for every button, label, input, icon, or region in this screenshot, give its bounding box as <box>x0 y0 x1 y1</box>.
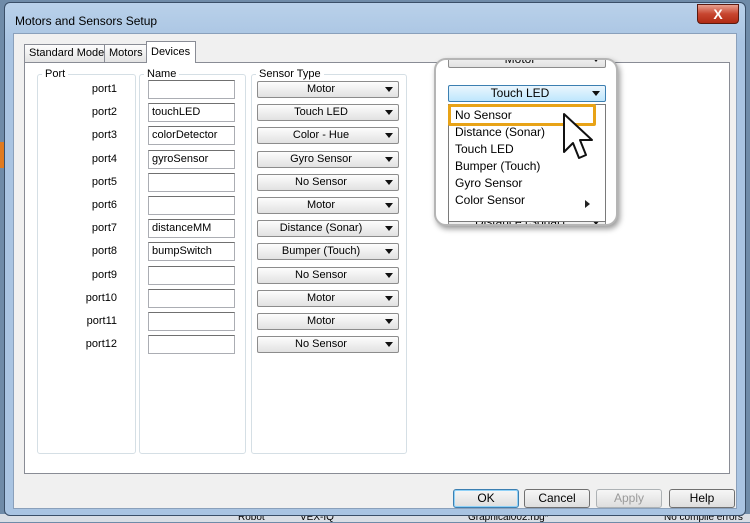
name-group-label: Name <box>144 68 180 80</box>
dropdown-option-color-sensor[interactable]: Color Sensor <box>455 192 525 209</box>
sensor-type-group-label: Sensor Type <box>256 68 324 80</box>
port-group-label: Port <box>42 68 69 80</box>
port-label: port10 <box>85 292 117 304</box>
chevron-down-icon <box>592 60 600 62</box>
sensor-type-select[interactable]: No Sensor <box>257 336 399 353</box>
close-button[interactable]: X <box>697 4 739 24</box>
port-label: port1 <box>91 83 117 95</box>
sensor-type-value: Motor <box>306 315 336 327</box>
port-name-input[interactable]: gyroSensor <box>148 150 235 169</box>
sensor-type-value: No Sensor <box>295 176 347 188</box>
zoom-open-select-value: Touch LED <box>490 86 550 100</box>
tab-motors[interactable]: Motors <box>104 44 147 62</box>
port-name-input[interactable]: touchLED <box>148 103 235 122</box>
dropdown-option-distance-sonar[interactable]: Distance (Sonar) <box>455 124 545 141</box>
chevron-down-icon <box>385 249 393 254</box>
chevron-down-icon <box>592 91 600 96</box>
port-name-input[interactable] <box>148 266 235 285</box>
zoom-select-above-value: Motor <box>504 58 536 66</box>
sensor-type-select[interactable]: Motor <box>257 197 399 214</box>
chevron-down-icon <box>385 180 393 185</box>
title-bar[interactable]: Motors and Sensors Setup X <box>5 3 745 33</box>
sensor-type-value: Motor <box>306 83 336 95</box>
port-name-input[interactable]: colorDetector <box>148 126 235 145</box>
dropdown-option-bumper-touch[interactable]: Bumper (Touch) <box>455 158 540 175</box>
port-name-input[interactable] <box>148 289 235 308</box>
port-label: port4 <box>91 153 117 165</box>
sensor-type-select[interactable]: Touch LED <box>257 104 399 121</box>
port-label: port5 <box>91 176 117 188</box>
sensor-type-value: Motor <box>306 199 336 211</box>
help-button[interactable]: Help <box>669 489 735 508</box>
sensor-type-value: Gyro Sensor <box>290 153 352 165</box>
port-name-input[interactable] <box>148 335 235 354</box>
port-name-input[interactable] <box>148 312 235 331</box>
sensor-type-select[interactable]: Motor <box>257 290 399 307</box>
dialog-window: Motors and Sensors Setup X Standard Mode… <box>4 2 746 516</box>
sensor-type-value: Bumper (Touch) <box>281 245 361 257</box>
port-label: port8 <box>91 245 117 257</box>
chevron-down-icon <box>385 87 393 92</box>
sensor-type-value: No Sensor <box>295 269 347 281</box>
sensor-type-select[interactable]: Bumper (Touch) <box>257 243 399 260</box>
sensor-type-value: Distance (Sonar) <box>279 222 363 234</box>
port-label: port7 <box>91 222 117 234</box>
sensor-type-value: Color - Hue <box>292 129 350 141</box>
dropdown-option-touch-led[interactable]: Touch LED <box>455 141 514 158</box>
port-name-input[interactable] <box>148 173 235 192</box>
sensor-type-select[interactable]: Gyro Sensor <box>257 151 399 168</box>
zoom-open-select[interactable]: Touch LED <box>448 85 606 102</box>
tab-standard-models[interactable]: Standard Models <box>24 44 112 62</box>
chevron-down-icon <box>385 273 393 278</box>
port-label: port6 <box>91 199 117 211</box>
cancel-button[interactable]: Cancel <box>524 489 590 508</box>
port-name-input[interactable] <box>148 80 235 99</box>
apply-button[interactable]: Apply <box>596 489 662 508</box>
sensor-type-select[interactable]: Motor <box>257 313 399 330</box>
sensor-type-value: Motor <box>306 292 336 304</box>
sensor-type-select[interactable]: No Sensor <box>257 267 399 284</box>
chevron-down-icon <box>385 157 393 162</box>
sensor-type-select[interactable]: Motor <box>257 81 399 98</box>
submenu-arrow-icon <box>585 200 590 208</box>
tab-devices[interactable]: Devices <box>146 41 196 63</box>
sensor-type-select[interactable]: No Sensor <box>257 174 399 191</box>
chevron-down-icon <box>385 342 393 347</box>
port-label: port9 <box>91 269 117 281</box>
dialog-title: Motors and Sensors Setup <box>15 14 158 28</box>
chevron-down-icon <box>385 226 393 231</box>
dialog-client: Standard Models Motors Devices Port Name… <box>13 33 737 509</box>
sensor-type-select[interactable]: Color - Hue <box>257 127 399 144</box>
chevron-down-icon <box>385 319 393 324</box>
chevron-down-icon <box>385 110 393 115</box>
port-label: port3 <box>91 129 117 141</box>
ok-button[interactable]: OK <box>453 489 519 508</box>
mouse-pointer-icon <box>563 113 593 159</box>
port-name-input[interactable]: bumpSwitch <box>148 242 235 261</box>
sensor-type-select[interactable]: Distance (Sonar) <box>257 220 399 237</box>
zoom-select-above[interactable]: Motor <box>448 58 606 68</box>
sensor-type-value: Touch LED <box>294 106 348 118</box>
dropdown-option-gyro-sensor[interactable]: Gyro Sensor <box>455 175 522 192</box>
chevron-down-icon <box>385 296 393 301</box>
port-label: port2 <box>91 106 117 118</box>
devices-panel: Port Name Sensor Type port1 Motor port2 tou… <box>24 62 730 474</box>
sensor-type-value: No Sensor <box>295 338 347 350</box>
port-name-input[interactable]: distanceMM <box>148 219 235 238</box>
port-name-input[interactable] <box>148 196 235 215</box>
chevron-down-icon <box>385 133 393 138</box>
chevron-down-icon <box>385 203 393 208</box>
port-label: port12 <box>85 338 117 350</box>
port-label: port11 <box>86 315 117 327</box>
